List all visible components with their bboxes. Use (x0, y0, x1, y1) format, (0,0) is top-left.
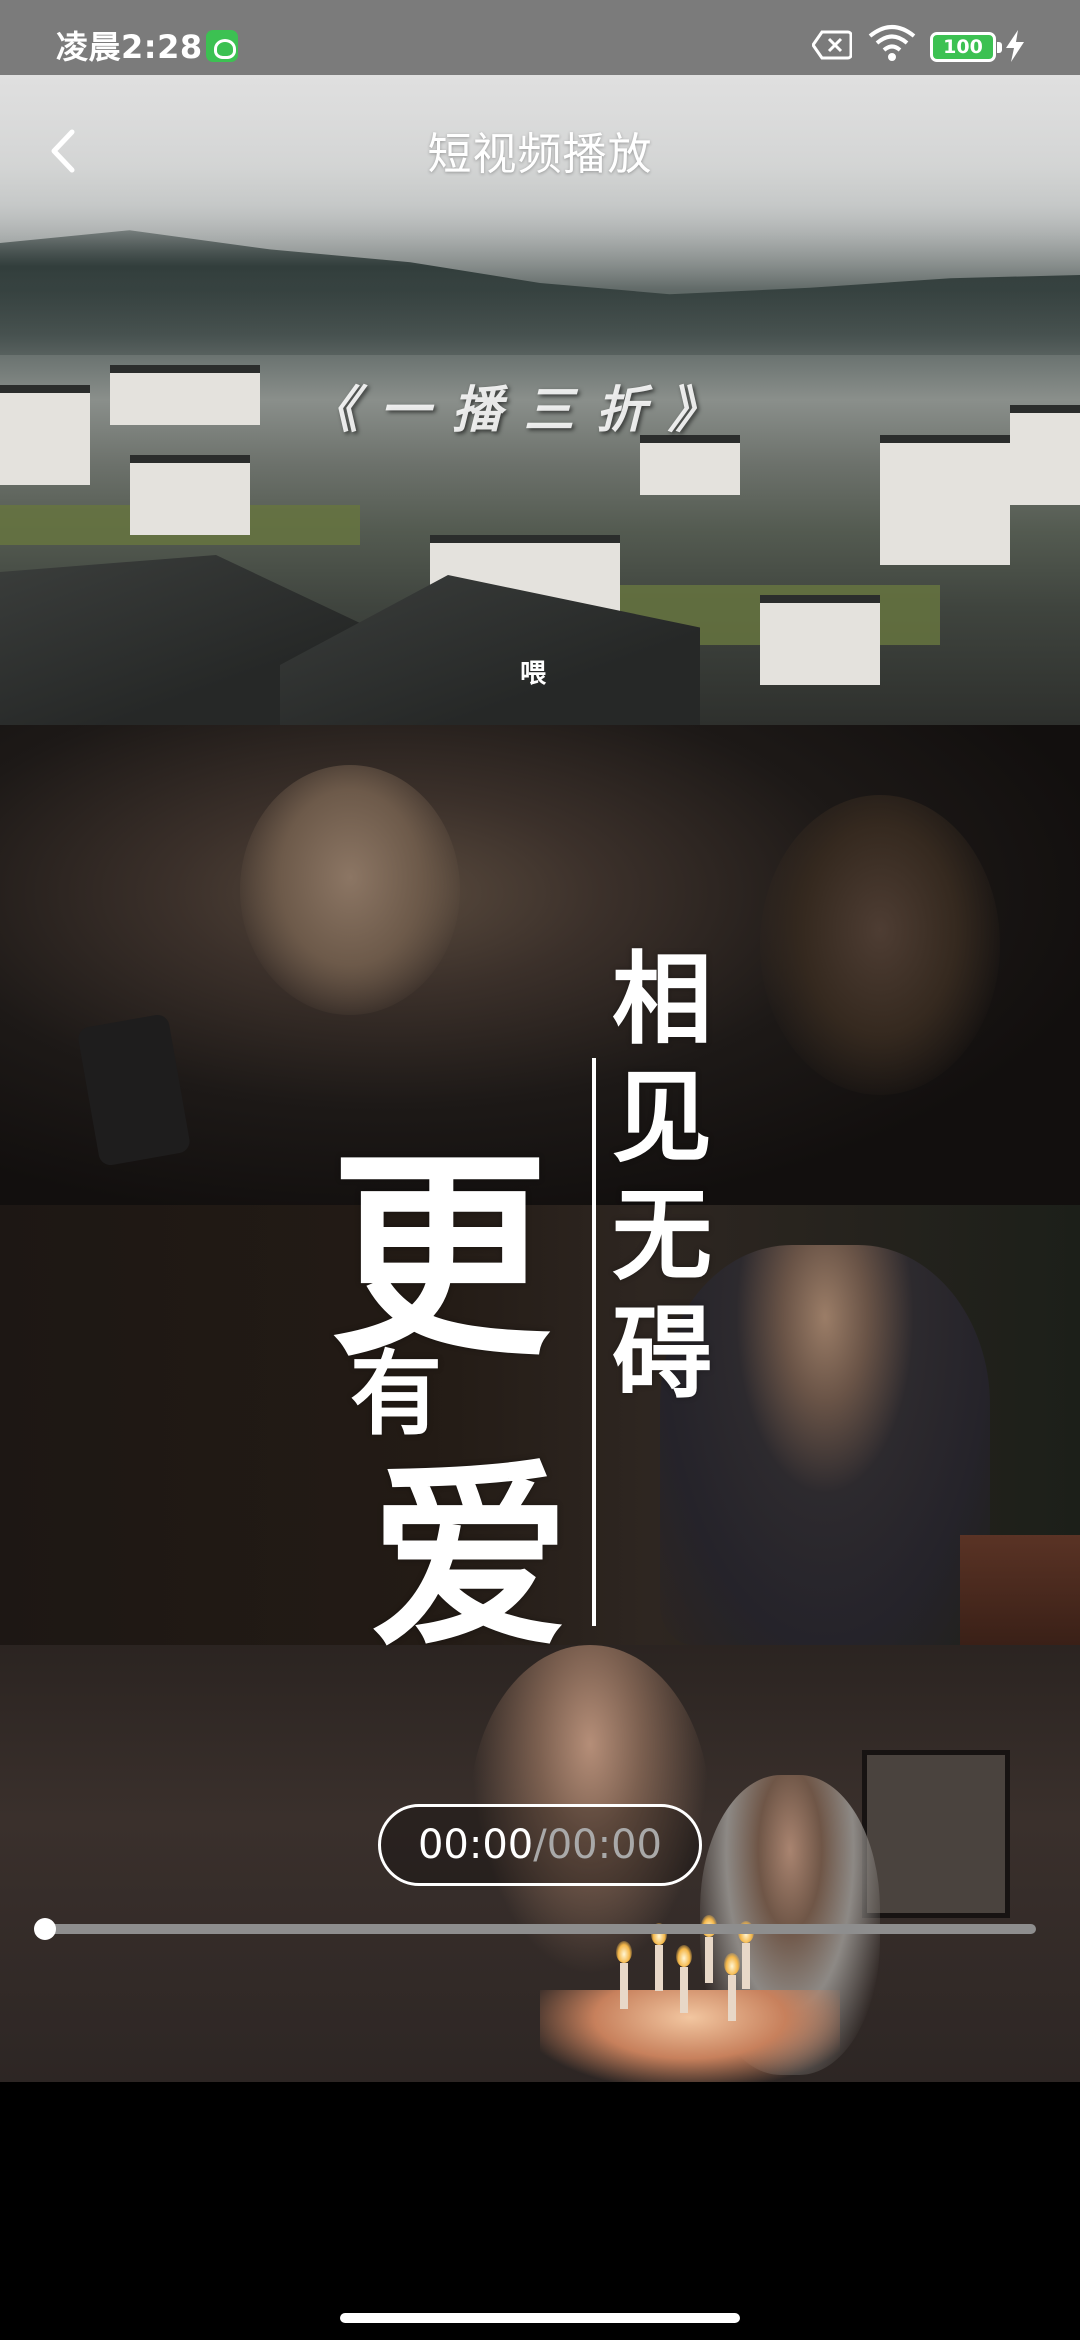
candle (616, 1941, 632, 2009)
progress-bar[interactable] (44, 1924, 1036, 1934)
video-overlay-title: 《一播三折》 (308, 381, 740, 439)
birthday-cake (540, 1990, 840, 2082)
sim-off-icon (812, 30, 852, 60)
person (240, 765, 460, 1015)
person (760, 795, 1000, 1095)
status-time: 凌晨2:28 (56, 28, 203, 66)
house (640, 435, 740, 495)
home-indicator[interactable] (340, 2313, 740, 2323)
candle (701, 1915, 717, 1983)
time-separator: / (533, 1822, 547, 1868)
house (1010, 405, 1080, 505)
total-time: 00:00 (546, 1822, 663, 1868)
calligraphy-divider (592, 1058, 596, 1626)
candle (724, 1953, 740, 2021)
wifi-icon (868, 25, 916, 61)
calligraphy-column: 相见无碍 (612, 940, 712, 1412)
candle (676, 1945, 692, 2013)
charging-icon (1006, 30, 1024, 62)
battery-icon: 100 (930, 32, 1002, 62)
battery-level: 100 (943, 36, 983, 58)
playback-time-display: 00:00/00:00 (378, 1804, 702, 1886)
house (760, 595, 880, 685)
phone (76, 1013, 192, 1167)
app-notification-icon (206, 30, 238, 62)
video-player-screen: 凌晨2:28 100 《一播三折》 喂 更 有 爱 相见无碍 短视频播放 00:… (0, 0, 1080, 2340)
house (110, 365, 260, 425)
page-title: 短视频播放 (427, 129, 653, 180)
progress-thumb[interactable] (34, 1918, 56, 1940)
status-bar: 凌晨2:28 100 (0, 0, 1080, 75)
candle (738, 1921, 754, 1989)
video-surface[interactable]: 《一播三折》 喂 (0, 75, 1080, 2082)
house (130, 455, 250, 535)
house (880, 435, 1010, 565)
candle (651, 1923, 667, 1991)
bench (960, 1535, 1080, 1645)
current-time: 00:00 (417, 1822, 534, 1868)
house (0, 385, 90, 485)
wall-picture (862, 1750, 1010, 1918)
calligraphy-char: 爱 (370, 1440, 571, 1675)
video-overlay-subtitle: 喂 (520, 659, 547, 689)
